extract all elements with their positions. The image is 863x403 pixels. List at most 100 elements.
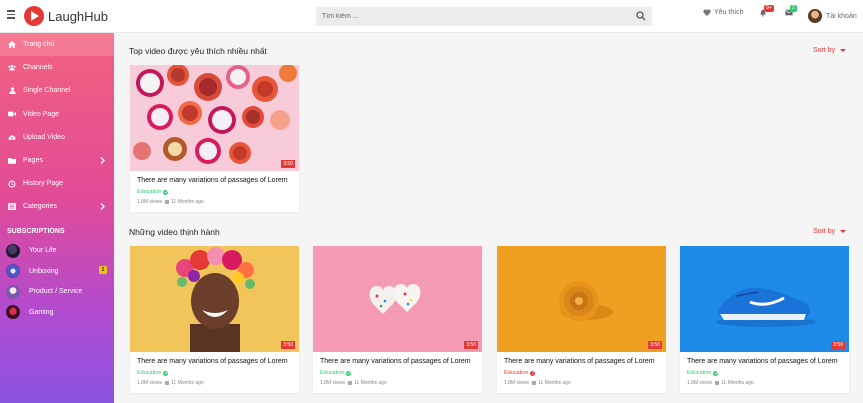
- video-title[interactable]: There are many variations of passages of…: [504, 358, 655, 365]
- video-thumbnail[interactable]: 3:50: [497, 246, 666, 352]
- section-title: Những video thịnh hành: [129, 227, 220, 237]
- video-category[interactable]: Education: [320, 370, 352, 376]
- video-meta: 1.8M views 11 Months ago: [320, 380, 387, 386]
- views-count: 1.8M views: [504, 380, 530, 386]
- video-meta: 1.8M views 11 Months ago: [137, 380, 204, 386]
- knob-image: [497, 246, 666, 352]
- category-label: Education: [320, 370, 345, 376]
- brand-name: LaughHub: [48, 8, 108, 24]
- sidebar-item-channels[interactable]: Channels: [0, 56, 114, 79]
- sidebar-item-categories[interactable]: Categories: [0, 195, 114, 218]
- user-icon: [8, 87, 16, 95]
- duration-badge: 3:50: [464, 341, 478, 349]
- notifications-button[interactable]: 9+: [759, 5, 774, 17]
- sidebar-item-history[interactable]: History Page: [0, 172, 114, 195]
- video-thumbnail[interactable]: 3:50: [130, 246, 299, 352]
- video-category[interactable]: Education: [504, 370, 536, 376]
- category-label: Education: [504, 370, 529, 376]
- sidebar-item-single-channel[interactable]: Single Channel: [0, 79, 114, 102]
- sidebar-item-upload-video[interactable]: Upload Video: [0, 126, 114, 149]
- favorites-link[interactable]: Yêu thích: [703, 9, 744, 16]
- sidebar-item-pages[interactable]: Pages: [0, 149, 114, 172]
- upload-age: 11 Months ago: [721, 380, 754, 386]
- caret-down-icon: [840, 49, 847, 52]
- chevron-right-icon: [100, 203, 105, 211]
- channel-avatar: [6, 243, 20, 258]
- channel-avatar: [6, 264, 20, 279]
- video-card[interactable]: 3:50 There are many variations of passag…: [130, 246, 299, 393]
- duration-badge: 3:50: [831, 341, 845, 349]
- upload-age: 11 Months ago: [538, 380, 571, 386]
- users-icon: [8, 64, 16, 71]
- video-category[interactable]: Education: [687, 370, 719, 376]
- video-category[interactable]: Education: [137, 189, 169, 195]
- video-thumbnail[interactable]: 3:50: [680, 246, 849, 352]
- video-thumbnail[interactable]: 3:50: [130, 65, 299, 171]
- calendar-icon: [348, 381, 353, 385]
- views-count: 1.8M views: [687, 380, 713, 386]
- video-card[interactable]: 3:50 There are many variations of passag…: [680, 246, 849, 393]
- sort-dropdown[interactable]: Sort by: [813, 47, 847, 54]
- subscription-item[interactable]: Gaming: [0, 302, 114, 323]
- favorites-label: Yêu thích: [714, 9, 744, 16]
- subscription-item[interactable]: Your Life: [0, 241, 114, 262]
- sneaker-image: [680, 246, 849, 352]
- messages-button[interactable]: 2: [785, 5, 797, 16]
- search-icon[interactable]: [636, 11, 646, 21]
- video-thumbnail[interactable]: 3:50: [313, 246, 482, 352]
- notifications-badge: 9+: [764, 5, 774, 12]
- folder-icon: [8, 157, 16, 164]
- video-title[interactable]: There are many variations of passages of…: [137, 177, 288, 184]
- sidebar-item-home[interactable]: Trang chủ: [0, 33, 114, 57]
- subscriptions-heading: SUBSCRIPTIONS: [7, 228, 65, 235]
- channel-avatar: [6, 284, 20, 299]
- sort-dropdown[interactable]: Sort by: [813, 228, 847, 235]
- sidebar-item-video-page[interactable]: Video Page: [0, 103, 114, 126]
- subscription-label: Your Life: [29, 247, 57, 255]
- account-label: Tài khoản: [826, 12, 857, 20]
- video-card[interactable]: 3:50 There are many variations of passag…: [313, 246, 482, 393]
- video-card[interactable]: 3:50 There are many variations of passag…: [497, 246, 666, 393]
- video-title[interactable]: There are many variations of passages of…: [687, 358, 838, 365]
- subscription-label: Gaming: [29, 308, 54, 316]
- views-count: 1.8M views: [137, 199, 163, 205]
- video-card[interactable]: 3:50 There are many variations of passag…: [130, 65, 299, 212]
- play-logo-icon: [24, 6, 44, 26]
- home-icon: [8, 41, 16, 49]
- sidebar-item-label: Single Channel: [23, 87, 71, 95]
- verified-icon: [163, 189, 169, 195]
- cloud-upload-icon: [8, 134, 16, 141]
- search-bar: [316, 7, 652, 26]
- video-icon: [8, 111, 16, 118]
- duration-badge: 3:50: [648, 341, 662, 349]
- video-title[interactable]: There are many variations of passages of…: [137, 358, 288, 365]
- duration-badge: 3:50: [281, 160, 295, 168]
- subscription-label: Product / Service: [29, 288, 83, 296]
- video-meta: 1.8M views 11 Months ago: [687, 380, 754, 386]
- sidebar: Trang chủ Channels Single Channel Video …: [0, 33, 114, 403]
- account-menu[interactable]: Tài khoản: [808, 9, 857, 23]
- heart-icon: [703, 9, 711, 16]
- sidebar-item-label: Pages: [23, 157, 43, 165]
- calendar-icon: [165, 381, 170, 385]
- sidebar-item-label: Categories: [23, 203, 57, 211]
- video-meta: 1.8M views 11 Months ago: [137, 199, 204, 205]
- upload-age: 11 Months ago: [171, 199, 204, 205]
- section-title: Top video được yêu thích nhiều nhất: [129, 46, 267, 56]
- subscription-item[interactable]: Unboxing 2: [0, 261, 114, 282]
- brand-logo[interactable]: LaughHub: [24, 6, 108, 26]
- category-label: Education: [137, 189, 162, 195]
- search-input[interactable]: [316, 7, 626, 26]
- sidebar-item-label: Upload Video: [23, 133, 65, 141]
- subscription-label: Unboxing: [29, 267, 59, 275]
- views-count: 1.8M views: [137, 380, 163, 386]
- subscription-item[interactable]: Product / Service: [0, 282, 114, 303]
- sidebar-item-label: Channels: [23, 64, 53, 72]
- video-title[interactable]: There are many variations of passages of…: [320, 358, 471, 365]
- calendar-icon: [165, 200, 170, 204]
- calendar-icon: [532, 381, 537, 385]
- video-category[interactable]: Education: [137, 370, 169, 376]
- upload-age: 11 Months ago: [171, 380, 204, 386]
- subscription-badge: 2: [99, 266, 107, 274]
- menu-toggle-icon[interactable]: [7, 10, 15, 20]
